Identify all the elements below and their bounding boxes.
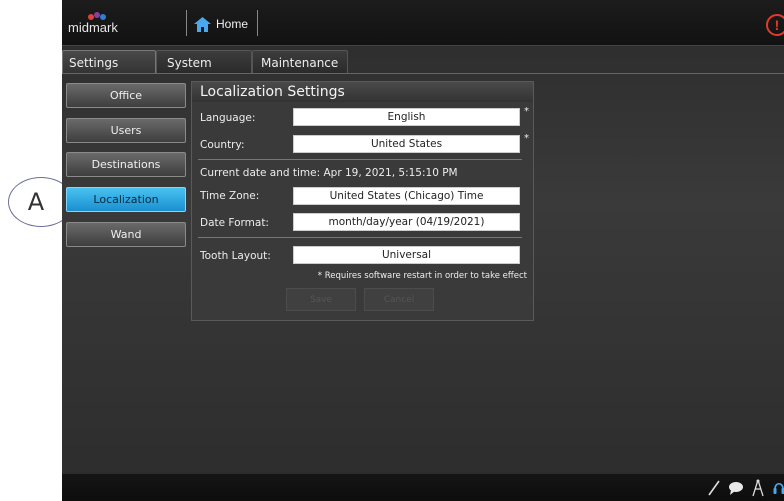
home-label: Home [216,17,249,31]
sidebar-item-wand[interactable]: Wand [66,222,186,247]
tab-maintenance[interactable]: Maintenance [252,50,348,74]
date-format-label: Date Format: [200,217,269,229]
divider [198,159,522,160]
time-zone-select[interactable]: United States (Chicago) Time [293,187,520,205]
current-datetime: Current date and time: Apr 19, 2021, 5:1… [200,167,458,179]
country-select[interactable]: United States [293,135,520,153]
pen-icon [708,480,720,496]
midmark-logo: midmark [68,12,128,36]
sidebar-item-destinations[interactable]: Destinations [66,152,186,177]
tab-divider [62,73,784,74]
chat-bubble-icon [729,482,743,495]
time-zone-label: Time Zone: [200,190,260,202]
sidebar-item-users[interactable]: Users [66,118,186,143]
tab-system[interactable]: System [156,50,252,74]
language-select[interactable]: English [293,108,520,126]
headset-icon [773,482,784,494]
callout-label: A [27,188,45,216]
localization-panel: Localization Settings Language: English … [191,81,534,321]
panel-title: Localization Settings [192,82,533,102]
alert-icon[interactable]: ! [766,14,784,36]
divider [257,10,258,36]
home-button[interactable]: Home [194,14,248,34]
required-mark: * [524,133,529,144]
required-mark: * [524,106,529,117]
home-icon [194,16,211,32]
logo-mark-icon [88,12,112,20]
status-bar [62,474,784,501]
save-button[interactable]: Save [286,288,356,311]
tooth-layout-select[interactable]: Universal [293,246,520,264]
date-format-select[interactable]: month/day/year (04/19/2021) [293,213,520,231]
divider [198,237,522,238]
device-screen: midmark Home ! Settings System Maintenan… [62,0,784,501]
tab-settings[interactable]: Settings [62,50,156,74]
country-label: Country: [200,139,245,151]
antenna-icon [752,479,764,497]
sidebar-item-localization[interactable]: Localization [66,187,186,212]
restart-note: * Requires software restart in order to … [317,271,527,281]
logo-text: midmark [68,20,118,35]
cancel-button[interactable]: Cancel [364,288,434,311]
top-bar: midmark Home ! [62,0,784,46]
tooth-layout-label: Tooth Layout: [200,250,271,262]
divider [186,10,187,36]
language-label: Language: [200,112,256,124]
sidebar-item-office[interactable]: Office [66,83,186,108]
